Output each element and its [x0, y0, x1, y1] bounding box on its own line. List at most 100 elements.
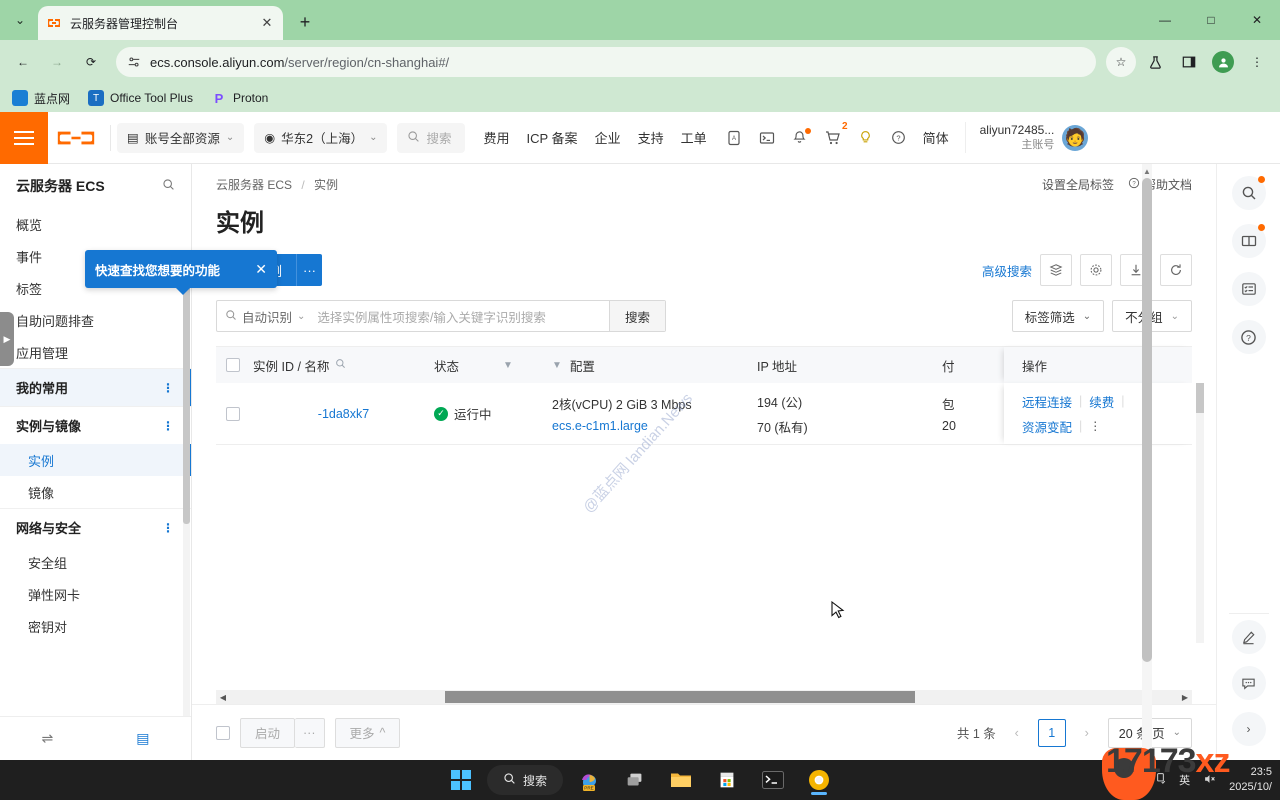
column-search-icon[interactable] [335, 358, 346, 372]
scroll-up-icon[interactable]: ▲ [1142, 164, 1152, 178]
instance-id-link[interactable]: -1da8xk7 [318, 407, 369, 421]
side-panel-icon[interactable] [1174, 47, 1204, 77]
tab-search-button[interactable]: ⌄ [6, 6, 34, 34]
terminal-icon[interactable] [758, 129, 776, 147]
sidebar-scrollbar[interactable]: ▲ ▼ [183, 254, 190, 716]
sidebar-item-app-management[interactable]: 应用管理 [0, 336, 191, 368]
prev-page-button[interactable]: ‹ [1006, 720, 1028, 746]
scroll-down-icon[interactable]: ▼ [1142, 746, 1152, 760]
table-vertical-scrollbar[interactable] [1196, 383, 1204, 643]
search-mode-selector[interactable]: 自动识别 ⌄ [217, 301, 313, 331]
page-number[interactable]: 1 [1037, 718, 1066, 747]
sidebar-group-network-security[interactable]: 网络与安全 ⋮ [0, 508, 191, 546]
help-doc-link[interactable]: ? 帮助文档 [1128, 176, 1192, 193]
create-more-button[interactable]: ··· [296, 254, 323, 286]
expand-icon[interactable]: › [1231, 712, 1266, 746]
refresh-icon[interactable] [1160, 254, 1192, 286]
minimize-button[interactable]: — [1142, 0, 1188, 40]
maximize-button[interactable]: □ [1188, 0, 1234, 40]
search-input[interactable]: 选择实例属性项搜索/输入关键字识别搜索 [313, 301, 609, 331]
address-bar[interactable]: ecs.console.aliyun.com/server/region/cn-… [116, 47, 1096, 77]
tooltip-close-icon[interactable]: ✕ [255, 261, 267, 278]
page-scrollbar[interactable]: ▲ ▼ [1142, 164, 1152, 760]
renew-link[interactable]: 续费 [1089, 392, 1114, 411]
tag-filter-button[interactable]: 标签筛选 ⌄ [1011, 300, 1105, 332]
next-page-button[interactable]: › [1076, 720, 1098, 746]
remote-connect-link[interactable]: 远程连接 [1022, 392, 1072, 411]
nav-item-fees[interactable]: 费用 [483, 128, 509, 147]
row-checkbox[interactable] [216, 383, 249, 444]
clock[interactable]: 23:5 2025/10/ [1229, 765, 1272, 795]
bell-icon[interactable] [791, 127, 811, 147]
sidebar-item-security-groups[interactable]: 安全组 [0, 546, 191, 578]
scrollbar-thumb[interactable] [1142, 178, 1152, 662]
feedback-pen-icon[interactable] [1231, 620, 1266, 654]
scroll-right-icon[interactable]: ▶ [1178, 693, 1192, 702]
ime-indicator[interactable]: 英 [1179, 772, 1190, 788]
sidebar-item-troubleshoot[interactable]: 自助问题排查 [0, 304, 191, 336]
task-view-button[interactable] [615, 763, 655, 797]
reload-button[interactable]: ⟳ [76, 47, 106, 77]
region-selector[interactable]: ◉ 华东2（上海） ⌄ [254, 122, 388, 153]
browser-menu-button[interactable]: ⋮ [1242, 47, 1272, 77]
new-tab-button[interactable]: + [291, 8, 319, 36]
bookmark-item[interactable]: T Office Tool Plus [88, 90, 193, 106]
profile-avatar[interactable] [1208, 47, 1238, 77]
more-icon[interactable]: ⋮ [162, 521, 175, 535]
sidebar-collapse-handle[interactable]: ▶ [0, 312, 14, 366]
sidebar-item-key-pairs[interactable]: 密钥对 [0, 610, 191, 642]
tasklist-icon[interactable] [1231, 272, 1266, 306]
usb-icon[interactable] [1154, 771, 1167, 789]
more-button[interactable]: 更多 ^ [334, 717, 401, 748]
more-icon[interactable]: ⋮ [162, 381, 175, 395]
copilot-button[interactable]: PRE [569, 763, 609, 797]
group-filter-button[interactable]: 不分组 ⌄ [1112, 300, 1192, 332]
breadcrumb-root[interactable]: 云服务器 ECS [216, 178, 292, 192]
header-search-input[interactable]: 搜索 [397, 122, 466, 153]
sidebar-group-favorites[interactable]: 我的常用 ⋮ [0, 368, 191, 406]
site-settings-icon[interactable] [126, 54, 142, 70]
scrollbar-track[interactable] [230, 690, 1178, 704]
sidebar-item-instances[interactable]: 实例 [0, 444, 191, 476]
filter-icon[interactable]: ▼ [503, 360, 513, 371]
resize-link[interactable]: 资源变配 [1022, 417, 1072, 436]
cart-icon[interactable]: 2 [824, 121, 848, 147]
config-instance-type[interactable]: ecs.e-c1m1.large [552, 419, 692, 433]
taskbar-search[interactable]: 搜索 [486, 765, 564, 795]
back-button[interactable]: ← [8, 47, 38, 77]
scrollbar-thumb[interactable] [445, 691, 915, 703]
table-row[interactable]: -1da8xk7 ✓ 运行中 2核(vCPU) 2 GiB 3 Mbps ecs… [216, 383, 1192, 445]
bookmark-star-icon[interactable]: ☆ [1106, 47, 1136, 77]
nav-item-ticket[interactable]: 工单 [681, 128, 707, 147]
sidebar-item-images[interactable]: 镜像 [0, 476, 191, 508]
bookmark-item[interactable]: P Proton [211, 90, 269, 106]
window-close-button[interactable]: ✕ [1234, 0, 1280, 40]
close-icon[interactable]: ✕ [259, 15, 275, 31]
more-icon[interactable]: ⋮ [162, 419, 175, 433]
swap-icon[interactable]: ⇌ [42, 730, 54, 747]
select-all-checkbox[interactable] [216, 347, 249, 383]
hamburger-icon[interactable] [0, 112, 48, 164]
doc-icon[interactable]: ▤ [136, 730, 149, 747]
bookmark-item[interactable]: 蓝点网 [12, 90, 70, 107]
browser-tab[interactable]: 云服务器管理控制台 ✕ [38, 6, 283, 40]
aliyun-logo[interactable] [48, 129, 104, 147]
forward-button[interactable]: → [42, 47, 72, 77]
resource-selector[interactable]: ▤ 账号全部资源 ⌄ [117, 122, 245, 153]
global-tags-link[interactable]: 设置全局标签 [1042, 176, 1114, 193]
sidebar-search-icon[interactable] [162, 178, 175, 194]
start-button[interactable]: 启动 [240, 717, 296, 748]
advanced-search-link[interactable]: 高级搜索 [982, 261, 1032, 280]
microsoft-store-button[interactable] [707, 763, 747, 797]
flask-icon[interactable] [1140, 47, 1170, 77]
volume-icon[interactable] [1202, 772, 1217, 789]
docs-icon[interactable] [1231, 224, 1266, 258]
chrome-button[interactable] [799, 763, 839, 797]
nav-item-icp[interactable]: ICP 备案 [527, 128, 578, 147]
app-icon[interactable]: A [725, 129, 743, 147]
sidebar-group-instances-images[interactable]: 实例与镜像 ⋮ [0, 406, 191, 444]
nav-item-enterprise[interactable]: 企业 [595, 128, 621, 147]
search-icon[interactable] [1231, 176, 1266, 210]
account-menu[interactable]: aliyun72485... 主账号 🧑 [964, 121, 1089, 154]
table-horizontal-scrollbar[interactable]: ◀ ▶ [216, 690, 1192, 704]
